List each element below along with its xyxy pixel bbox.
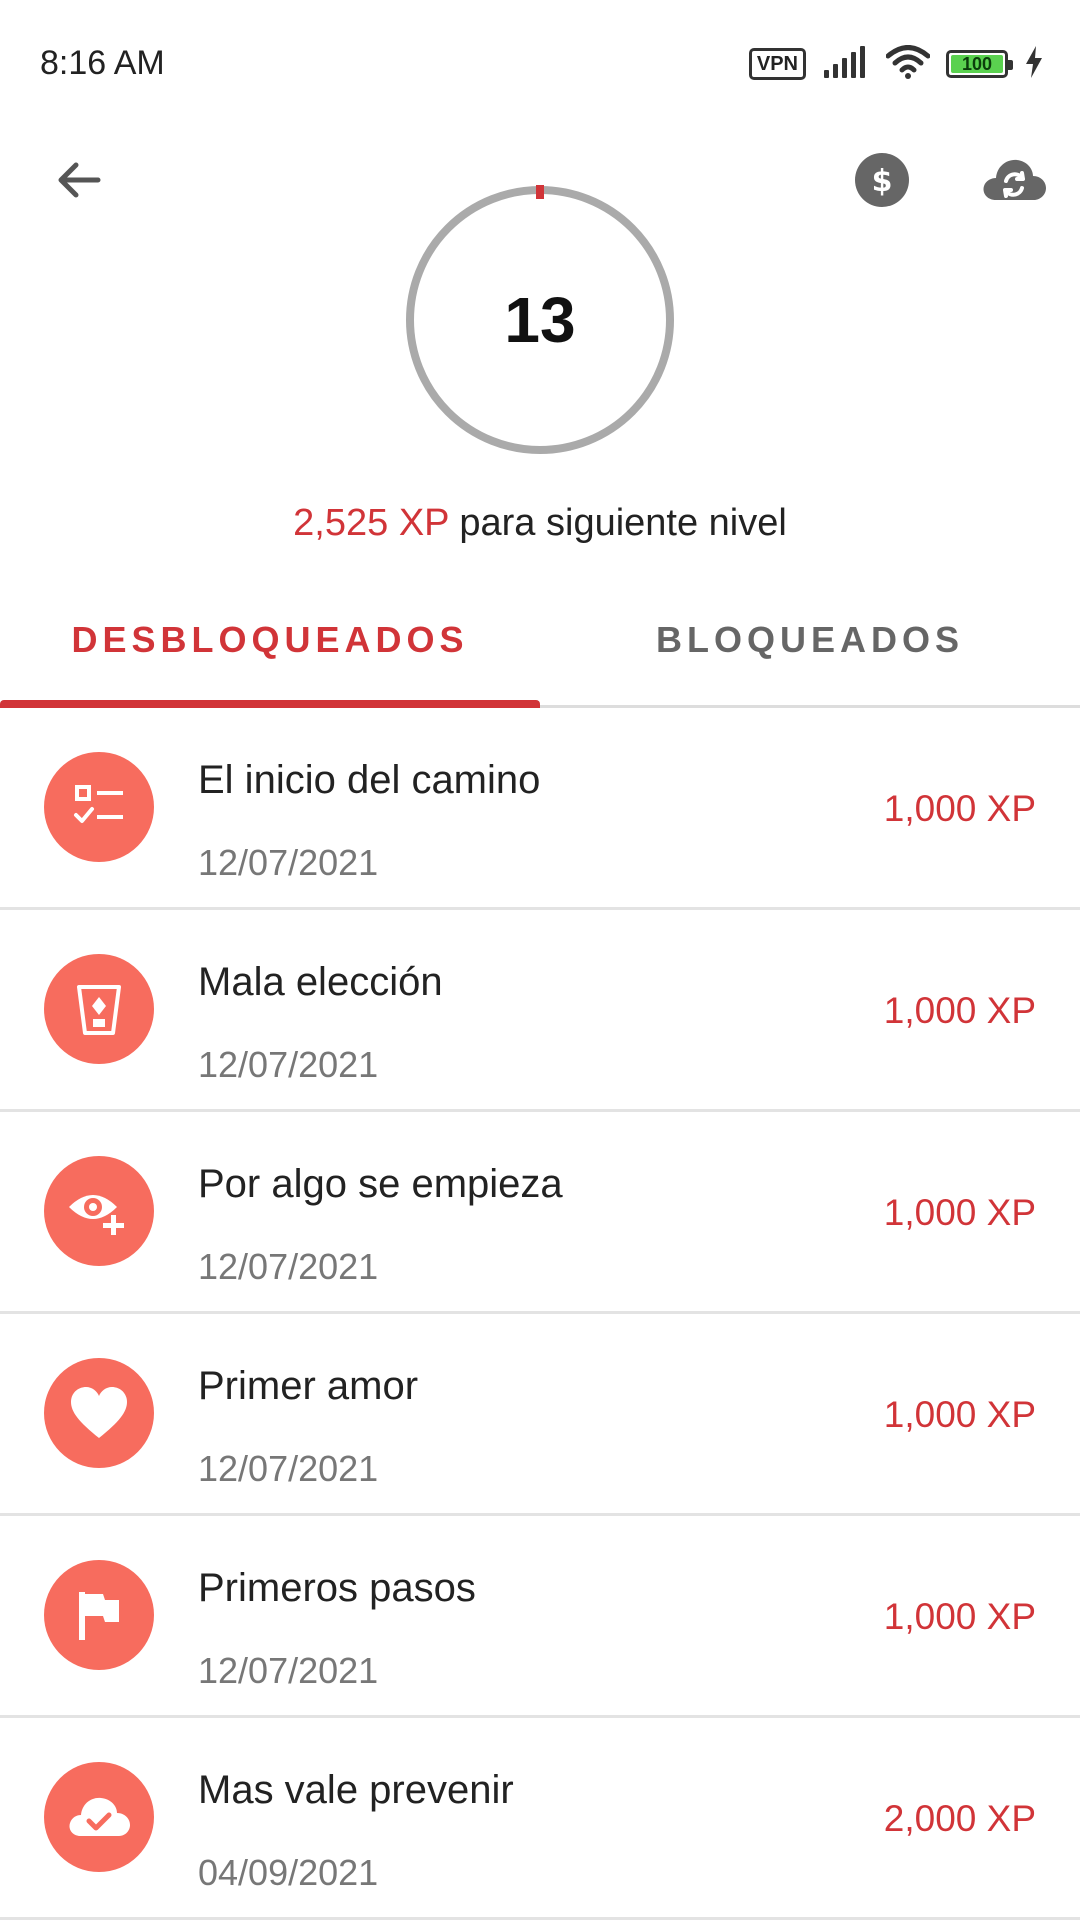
tab-unlocked[interactable]: DESBLOQUEADOS xyxy=(0,590,540,708)
level-number: 13 xyxy=(504,284,576,356)
cloud-sync-icon xyxy=(983,159,1046,200)
charging-icon xyxy=(1024,45,1044,83)
battery-level: 100 xyxy=(961,53,993,74)
achievement-row[interactable]: Primer amor 12/07/2021 1,000 XP xyxy=(0,1314,1080,1516)
heart-icon xyxy=(44,1358,154,1468)
achievement-date: 12/07/2021 xyxy=(198,1044,379,1085)
status-bar: 8:16 AM VPN 100 xyxy=(0,0,1080,128)
dollar-coin-icon: $ xyxy=(855,153,909,207)
tab-locked[interactable]: BLOQUEADOS xyxy=(540,590,1080,705)
achievement-date: 12/07/2021 xyxy=(198,1650,379,1691)
achievement-list: El inicio del camino 12/07/2021 1,000 XP… xyxy=(0,708,1080,1920)
achievement-row[interactable]: El inicio del camino 12/07/2021 1,000 XP xyxy=(0,708,1080,910)
achievement-row[interactable]: Mas vale prevenir 04/09/2021 2,000 XP xyxy=(0,1718,1080,1920)
achievement-xp: 1,000 XP xyxy=(883,1394,1036,1435)
trash-cup-icon xyxy=(44,954,154,1064)
achievement-title: Por algo se empieza xyxy=(198,1162,563,1206)
wifi-icon xyxy=(885,44,931,84)
back-button[interactable] xyxy=(48,150,108,210)
xp-amount: 2,525 XP xyxy=(293,502,449,544)
achievement-date: 12/07/2021 xyxy=(198,842,379,883)
achievement-row[interactable]: Por algo se empieza 12/07/2021 1,000 XP xyxy=(0,1112,1080,1314)
achievement-title: Primeros pasos xyxy=(198,1566,476,1610)
achievement-xp: 1,000 XP xyxy=(883,788,1036,829)
battery-cap xyxy=(1008,60,1013,70)
achievement-title: Mala elección xyxy=(198,960,443,1004)
achievement-row[interactable]: Mala elección 12/07/2021 1,000 XP xyxy=(0,910,1080,1112)
battery-icon: 100 xyxy=(946,50,1013,78)
coin-button[interactable]: $ xyxy=(852,150,912,210)
arrow-back-icon xyxy=(58,162,101,198)
eye-plus-icon xyxy=(44,1156,154,1266)
achievement-xp: 1,000 XP xyxy=(883,1192,1036,1233)
achievement-date: 12/07/2021 xyxy=(198,1448,379,1489)
flag-icon xyxy=(44,1560,154,1670)
achievement-xp: 1,000 XP xyxy=(883,1596,1036,1637)
achievement-title: Primer amor xyxy=(198,1364,419,1408)
checklist-icon xyxy=(44,752,154,862)
achievement-xp: 1,000 XP xyxy=(883,990,1036,1031)
status-time: 8:16 AM xyxy=(40,44,165,82)
vpn-icon: VPN xyxy=(748,48,806,80)
cloud-check-icon xyxy=(44,1762,154,1872)
achievement-date: 12/07/2021 xyxy=(198,1246,379,1287)
achievement-title: Mas vale prevenir xyxy=(198,1768,514,1812)
achievement-row[interactable]: Primeros pasos 12/07/2021 1,000 XP xyxy=(0,1516,1080,1718)
xp-to-next-level: 2,525 XP para siguiente nivel xyxy=(0,502,1080,545)
achievement-title: El inicio del camino xyxy=(198,758,541,802)
achievement-xp: 2,000 XP xyxy=(883,1798,1036,1839)
cloud-sync-button[interactable] xyxy=(978,150,1050,210)
status-icons: VPN 100 xyxy=(748,44,1044,84)
xp-suffix: para siguiente nivel xyxy=(448,502,787,544)
achievement-date: 04/09/2021 xyxy=(198,1852,379,1893)
signal-icon xyxy=(822,45,870,83)
achievement-tabs: DESBLOQUEADOS BLOQUEADOS xyxy=(0,590,1080,708)
svg-text:$: $ xyxy=(872,164,893,199)
